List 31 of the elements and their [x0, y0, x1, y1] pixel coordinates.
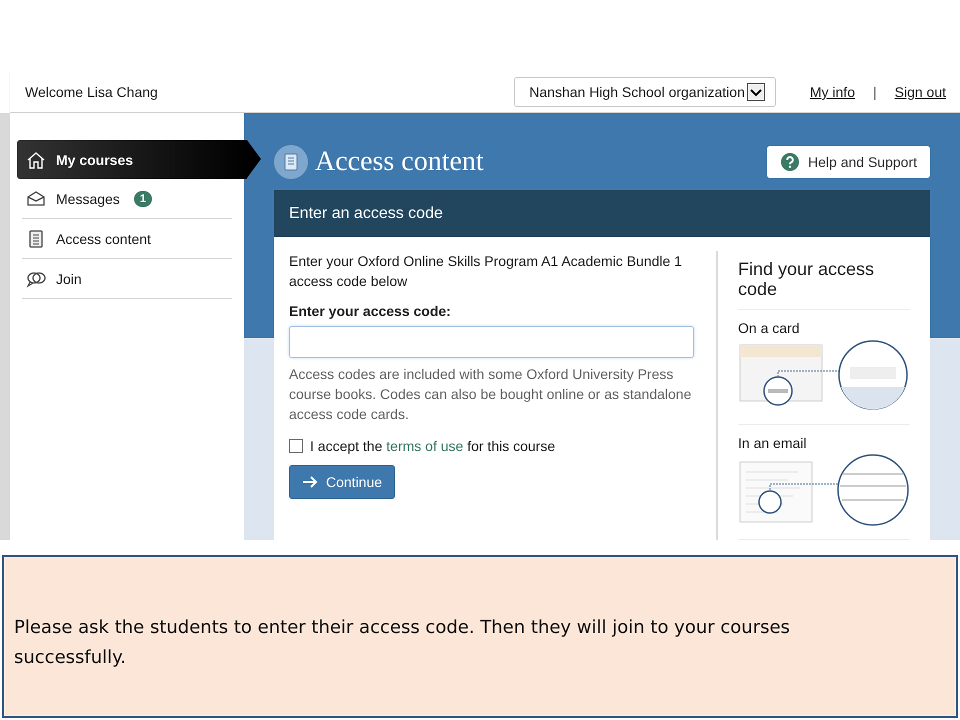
envelope-icon — [26, 188, 46, 208]
organization-name: Nanshan High School organization — [529, 84, 745, 100]
page-title: Access content — [315, 146, 484, 178]
terms-label: I accept the terms of use for this course — [310, 438, 556, 454]
message-count-badge: 1 — [134, 190, 152, 206]
document-icon — [274, 145, 308, 179]
section-heading: In an email — [738, 435, 808, 451]
sidebar-item[interactable]: Join — [22, 259, 232, 299]
welcome-text: Welcome Lisa Chang — [25, 84, 159, 100]
organization-dropdown[interactable]: Nanshan High School organization — [514, 77, 776, 107]
continue-button[interactable]: Continue — [289, 465, 396, 499]
instruction-text: Enter your Oxford Online Skills Program A1 Academic Bundle 1 access code below — [289, 252, 683, 291]
help-and-support-button[interactable]: Help and Support — [767, 146, 930, 178]
dropdown-caret-icon — [746, 83, 765, 101]
question-icon — [781, 153, 800, 171]
access-code-field[interactable] — [289, 326, 694, 358]
aside-title: Find your access code — [738, 259, 910, 310]
caption-text: Please ask the students to enter their access code. Then they will join to your courses successfully. — [14, 616, 791, 670]
sidebar-item[interactable]: Messages 1 — [22, 179, 232, 219]
arrow-right-icon — [302, 474, 318, 490]
separator: | — [872, 84, 877, 100]
my-info-link[interactable]: My info — [810, 84, 855, 100]
sidebar-item[interactable]: Access content — [22, 219, 232, 259]
panel-header: Enter an access code — [274, 190, 930, 237]
help-text: Access codes are included with some Oxford University Press course books. Codes can also be bought online or as standalone access code cards. — [289, 365, 692, 424]
terms-checkbox[interactable] — [289, 439, 303, 453]
sign-out-link[interactable]: Sign out — [894, 84, 946, 100]
terms-of-use-link[interactable]: terms of use — [386, 438, 464, 454]
home-icon — [26, 150, 46, 170]
section-heading: On a card — [738, 320, 800, 336]
field-label: Enter your access code: — [289, 302, 452, 321]
